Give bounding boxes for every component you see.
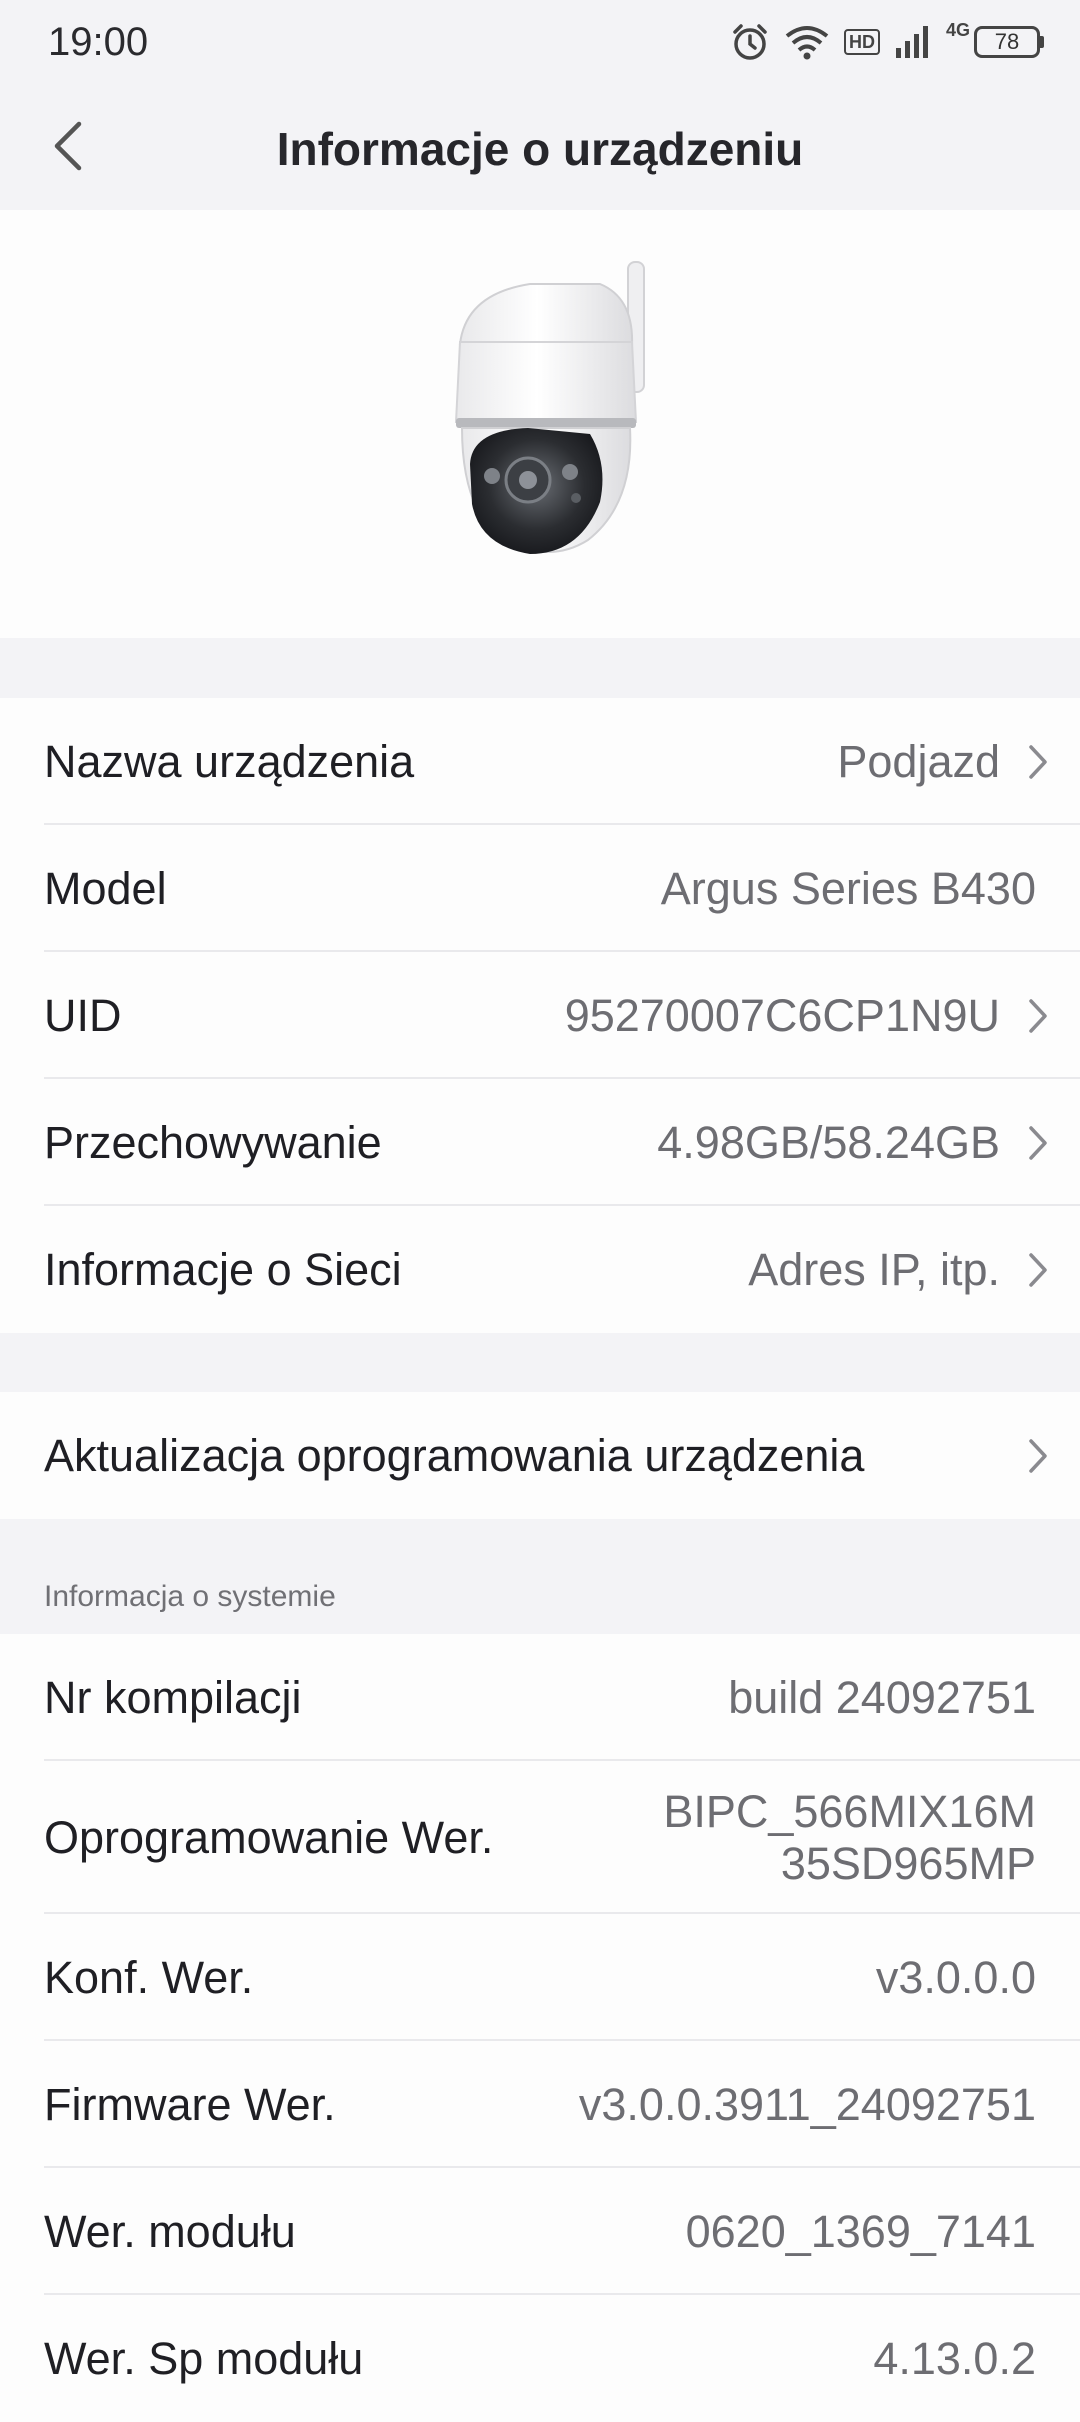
nav-bar: Informacje o urządzeniu — [0, 84, 1080, 210]
row-label: Wer. Sp modułu — [44, 2332, 364, 2384]
status-icons: HD 4G 78 — [730, 18, 1044, 66]
row-value: 95270007C6CP1N9U — [564, 989, 1000, 1041]
row-label: Konf. Wer. — [44, 1951, 254, 2003]
config-version-row: Konf. Wer. v3.0.0.0 — [0, 1914, 1080, 2041]
row-label: Nr kompilacji — [44, 1671, 302, 1723]
row-value: Podjazd — [837, 735, 1000, 787]
row-value: 4.98GB/58.24GB — [657, 1116, 1000, 1168]
page-title: Informacje o urządzeniu — [276, 123, 804, 175]
firmware-update-row[interactable]: Aktualizacja oprogramowania urządzenia — [0, 1392, 1080, 1519]
row-value: 0620_1369_7141 — [685, 2205, 1036, 2257]
system-info-header: Informacja o systemie — [44, 1580, 336, 1613]
camera-image — [454, 261, 645, 554]
battery-icon: 78 — [974, 26, 1044, 58]
row-label: Informacje o Sieci — [44, 1243, 402, 1295]
row-label: Nazwa urządzenia — [44, 735, 415, 787]
firmware-update-card: Aktualizacja oprogramowania urządzenia — [0, 1392, 1080, 1519]
status-bar: 19:00 HD 4G 78 — [0, 0, 1080, 84]
wifi-icon — [784, 24, 830, 60]
storage-row[interactable]: Przechowywanie 4.98GB/58.24GB — [0, 1079, 1080, 1206]
device-info-card: Nazwa urządzenia Podjazd Model Argus Ser… — [0, 698, 1080, 1333]
row-value: v3.0.0.3911_24092751 — [578, 2078, 1036, 2130]
build-number-row: Nr kompilacji build 24092751 — [0, 1634, 1080, 1761]
row-value: v3.0.0.0 — [875, 1951, 1036, 2003]
device-image-panel — [0, 210, 1080, 638]
uid-row[interactable]: UID 95270007C6CP1N9U — [0, 952, 1080, 1079]
row-label: Oprogramowanie Wer. — [44, 1811, 494, 1863]
row-value: BIPC_566MIX16M 35SD965MP — [663, 1785, 1036, 1889]
module-version-row: Wer. modułu 0620_1369_7141 — [0, 2168, 1080, 2295]
module-sp-version-row: Wer. Sp modułu 4.13.0.2 — [0, 2295, 1080, 2422]
row-label: Model — [44, 862, 167, 914]
device-name-row[interactable]: Nazwa urządzenia Podjazd — [0, 698, 1080, 825]
row-label: UID — [44, 989, 122, 1041]
chevron-right-icon — [1012, 744, 1048, 780]
chevron-right-icon — [1012, 1125, 1048, 1161]
chevron-right-icon — [1012, 998, 1048, 1034]
hd-badge: HD — [843, 29, 880, 55]
model-row: Model Argus Series B430 — [0, 825, 1080, 952]
row-label: Aktualizacja oprogramowania urządzenia — [44, 1429, 865, 1481]
alarm-icon — [730, 22, 770, 62]
firmware-version-row: Firmware Wer. v3.0.0.3911_24092751 — [0, 2041, 1080, 2168]
chevron-right-icon — [1012, 1438, 1048, 1474]
system-info-card: Nr kompilacji build 24092751 Oprogramowa… — [0, 1634, 1080, 2422]
row-value: Argus Series B430 — [660, 862, 1036, 914]
row-value: 4.13.0.2 — [873, 2332, 1036, 2384]
row-label: Firmware Wer. — [44, 2078, 336, 2130]
status-time: 19:00 — [48, 20, 149, 64]
signal-icon — [894, 24, 932, 60]
row-value: build 24092751 — [728, 1671, 1036, 1723]
battery-level: 78 — [974, 26, 1040, 58]
chevron-right-icon — [1012, 1252, 1048, 1288]
software-version-row: Oprogramowanie Wer. BIPC_566MIX16M 35SD9… — [0, 1761, 1080, 1914]
network-type: 4G — [945, 19, 970, 40]
row-label: Przechowywanie — [44, 1116, 382, 1168]
network-info-row[interactable]: Informacje o Sieci Adres IP, itp. — [0, 1206, 1080, 1333]
row-label: Wer. modułu — [44, 2205, 296, 2257]
row-value: Adres IP, itp. — [748, 1243, 1000, 1295]
